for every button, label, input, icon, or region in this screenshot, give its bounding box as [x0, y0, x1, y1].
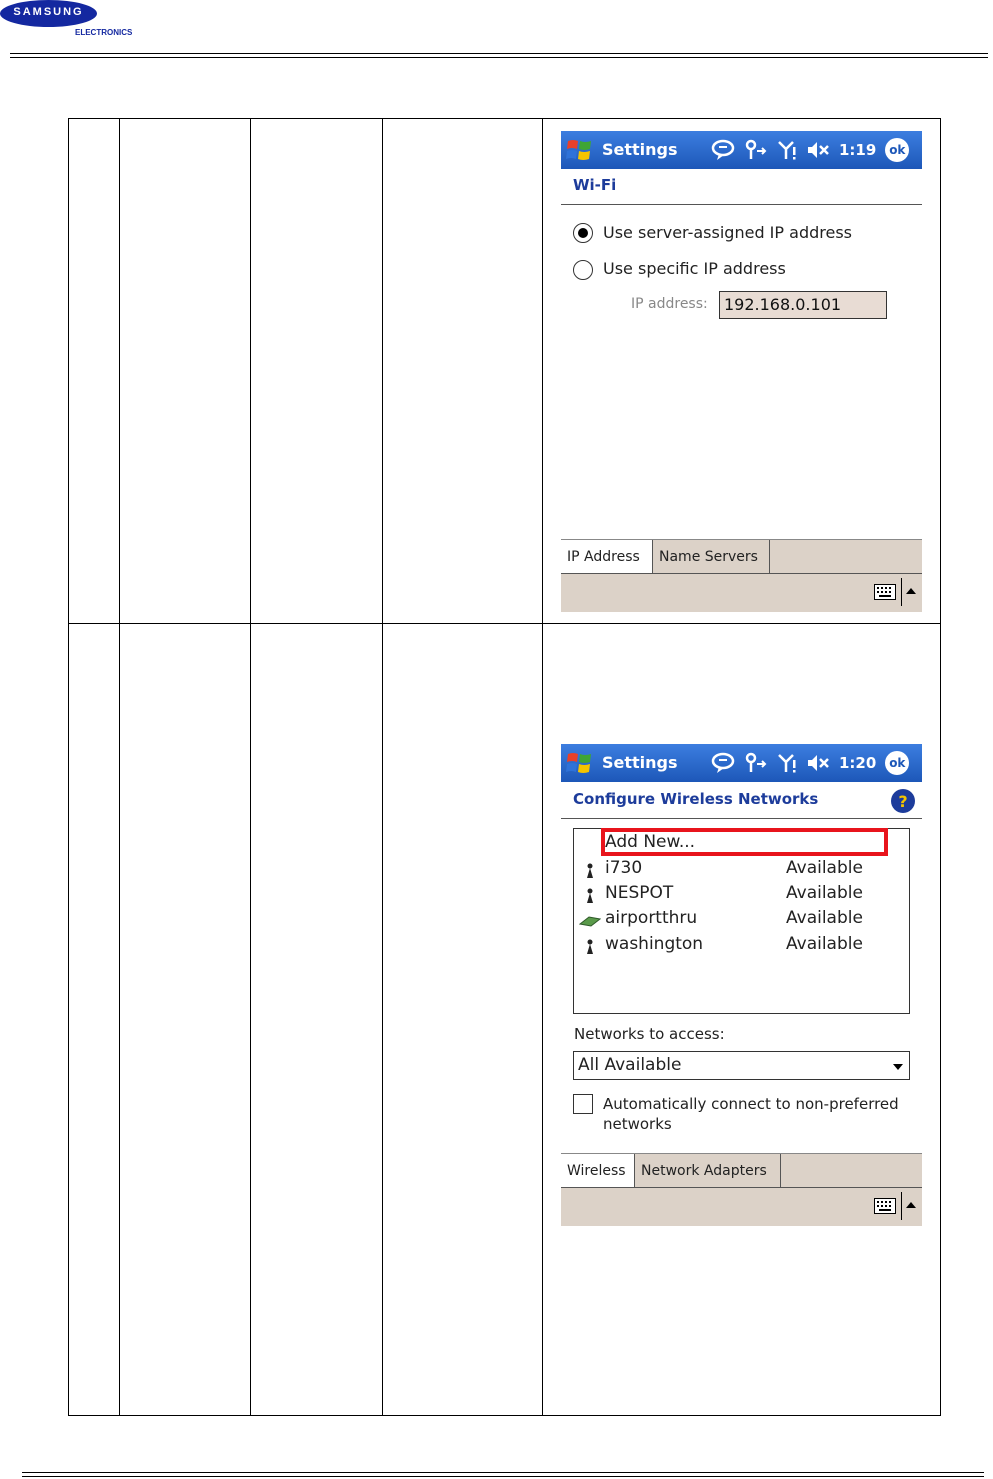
speaker-mute-icon[interactable] — [806, 752, 830, 774]
screen-subtitle: Wi-Fi — [573, 176, 617, 194]
ok-button[interactable]: ok — [885, 138, 910, 162]
tab-bar: Wireless Network Adapters — [561, 1153, 922, 1188]
tab-bar: IP Address Name Servers — [561, 539, 922, 574]
server-assigned-ip-label: Use server-assigned IP address — [603, 223, 852, 242]
tab-network-adapters[interactable]: Network Adapters — [635, 1154, 781, 1187]
network-name[interactable]: i730 — [605, 858, 642, 878]
specific-ip-radio[interactable] — [573, 260, 593, 280]
table-column-divider — [542, 118, 543, 1416]
antenna-icon — [587, 939, 593, 954]
network-status: Available — [786, 908, 863, 928]
ip-address-label: IP address: — [631, 296, 708, 312]
computer-to-computer-icon — [579, 916, 601, 927]
add-new-item[interactable]: Add New... — [605, 832, 695, 852]
table-column-divider — [382, 118, 383, 1416]
subtitle-separator — [561, 818, 922, 819]
connectivity-icon[interactable] — [744, 752, 768, 774]
network-name[interactable]: NESPOT — [605, 883, 673, 903]
ip-address-input[interactable]: 192.168.0.101 — [719, 291, 887, 319]
window-title: Settings — [602, 140, 678, 159]
antenna-icon — [587, 863, 593, 878]
table-column-divider — [250, 118, 251, 1416]
network-status: Available — [786, 934, 863, 954]
antenna-icon — [587, 888, 593, 903]
menu-divider — [901, 1192, 902, 1220]
status-icons: 1:20 ok — [711, 750, 910, 776]
tab-ip-address[interactable]: IP Address — [561, 540, 653, 573]
footer-rule-bottom — [22, 1476, 984, 1477]
networks-to-access-label: Networks to access: — [574, 1025, 725, 1043]
status-icons: 1:19 ok — [711, 137, 910, 163]
subtitle-separator — [561, 204, 922, 205]
connectivity-icon[interactable] — [744, 139, 768, 161]
auto-connect-label-line1: Automatically connect to non-preferred — [603, 1095, 899, 1113]
input-selector-arrow-icon[interactable] — [906, 588, 916, 594]
screen-subtitle: Configure Wireless Networks — [573, 790, 819, 808]
server-assigned-ip-radio[interactable] — [573, 223, 593, 243]
title-bar: Settings 1:20 ok — [561, 744, 922, 782]
networks-to-access-select[interactable]: All Available — [573, 1051, 910, 1080]
keyboard-icon[interactable] — [874, 1198, 896, 1214]
table-column-divider — [119, 118, 120, 1416]
chevron-down-icon — [893, 1064, 903, 1070]
menu-divider — [901, 578, 902, 606]
help-icon[interactable]: ? — [891, 789, 915, 813]
specific-ip-label: Use specific IP address — [603, 259, 786, 278]
input-selector-arrow-icon[interactable] — [906, 1202, 916, 1208]
header-rule-bottom — [10, 57, 988, 58]
ok-button[interactable]: ok — [885, 751, 910, 775]
clock[interactable]: 1:19 — [839, 141, 876, 159]
window-title: Settings — [602, 753, 678, 772]
speaker-mute-icon[interactable] — [806, 139, 830, 161]
keyboard-icon[interactable] — [874, 584, 896, 600]
footer-rule-top — [22, 1472, 984, 1473]
menu-bar — [561, 1187, 922, 1226]
signal-icon[interactable] — [777, 752, 797, 774]
chat-icon[interactable] — [711, 752, 735, 774]
wireless-networks-screen: Settings 1:20 ok Configure Wireless Netw… — [561, 744, 922, 1226]
auto-connect-checkbox[interactable] — [573, 1094, 593, 1114]
windows-start-icon[interactable] — [565, 750, 593, 776]
windows-start-icon[interactable] — [565, 137, 593, 163]
tab-name-servers[interactable]: Name Servers — [653, 540, 770, 573]
header-rule-top — [10, 53, 988, 54]
clock[interactable]: 1:20 — [839, 754, 876, 772]
network-status: Available — [786, 883, 863, 903]
logo-sub-text: ELECTRONICS — [75, 28, 133, 37]
signal-icon[interactable] — [777, 139, 797, 161]
wifi-ip-screen: Settings 1:19 ok Wi-Fi Use server-assign… — [561, 131, 922, 612]
network-status: Available — [786, 858, 863, 878]
network-name[interactable]: airportthru — [605, 908, 697, 928]
menu-bar — [561, 573, 922, 612]
logo-brand-text: SAMSUNG — [13, 6, 84, 18]
auto-connect-label-line2: networks — [603, 1115, 672, 1133]
chat-icon[interactable] — [711, 139, 735, 161]
tab-wireless[interactable]: Wireless — [561, 1154, 635, 1187]
table-row-divider — [68, 623, 941, 624]
networks-to-access-value: All Available — [578, 1055, 682, 1075]
title-bar: Settings 1:19 ok — [561, 131, 922, 169]
network-name[interactable]: washington — [605, 934, 703, 954]
